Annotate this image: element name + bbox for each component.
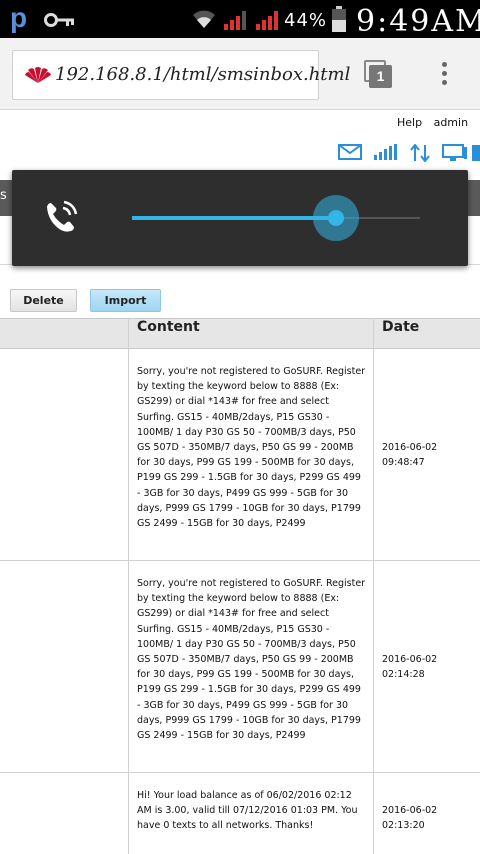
message-date: 2016-06-02 02:14:28 <box>382 654 438 681</box>
overflow-menu-icon[interactable] <box>440 62 448 90</box>
admin-link[interactable]: admin <box>434 116 468 129</box>
tab-switcher-button[interactable]: 1 <box>364 60 392 88</box>
volume-fill <box>132 216 337 220</box>
message-content: Hi! Your load balance as of 06/02/2016 0… <box>137 790 358 832</box>
url-text: 192.168.8.1/html/smsinbox.html <box>55 64 351 85</box>
message-content: Sorry, you're not registered to GoSURF. … <box>137 366 366 530</box>
nav-item-partial[interactable]: s <box>0 188 7 203</box>
battery-status-icon <box>472 144 480 166</box>
message-content: Sorry, you're not registered to GoSURF. … <box>137 578 366 742</box>
browser-toolbar: 192.168.8.1/html/smsinbox.html 1 <box>0 38 480 110</box>
key-icon <box>44 12 76 31</box>
message-date: 2016-06-02 09:48:47 <box>382 442 438 469</box>
clock: 9:49AM <box>356 4 480 39</box>
data-transfer-icon <box>410 143 430 166</box>
mail-icon[interactable] <box>338 144 362 164</box>
volume-dialog <box>12 170 468 266</box>
help-link[interactable]: Help <box>397 116 422 129</box>
header-links: Help admin Lo <box>397 116 480 129</box>
signal-sim2-icon <box>256 9 282 35</box>
import-button[interactable]: Import <box>90 289 161 312</box>
table-row[interactable]: Sorry, you're not registered to GoSURF. … <box>0 349 480 561</box>
table-row[interactable]: Hi! Your load balance as of 06/02/2016 0… <box>0 773 480 854</box>
column-divider <box>373 318 374 854</box>
signal-sim1-icon <box>224 9 250 35</box>
app-notification-icon: p <box>10 2 28 33</box>
sms-inbox-table: Content Date Sorry, you're not registere… <box>0 318 480 854</box>
status-bar: p 44% 9:49AM <box>0 0 480 39</box>
huawei-logo-icon <box>25 66 51 88</box>
battery-percent: 44% <box>284 10 328 31</box>
volume-thumb[interactable] <box>313 195 360 241</box>
column-header-content: Content <box>137 319 200 335</box>
volume-slider[interactable] <box>132 195 420 241</box>
delete-button[interactable]: Delete <box>10 289 77 312</box>
address-bar[interactable]: 192.168.8.1/html/smsinbox.html <box>12 50 350 100</box>
table-header: Content Date <box>0 318 480 349</box>
battery-icon <box>332 6 346 36</box>
wifi-icon <box>192 9 216 33</box>
column-header-date: Date <box>382 319 420 335</box>
phone-call-icon <box>44 200 78 238</box>
tab-count: 1 <box>369 65 392 88</box>
message-date: 2016-06-02 02:13:20 <box>382 805 438 832</box>
column-divider <box>128 318 129 854</box>
table-row[interactable]: Sorry, you're not registered to GoSURF. … <box>0 561 480 773</box>
screen: p 44% 9:49AM 192.168.8.1/html/smsinbox.h… <box>0 0 480 854</box>
computer-icon <box>442 144 468 166</box>
signal-strength-icon <box>374 144 400 164</box>
